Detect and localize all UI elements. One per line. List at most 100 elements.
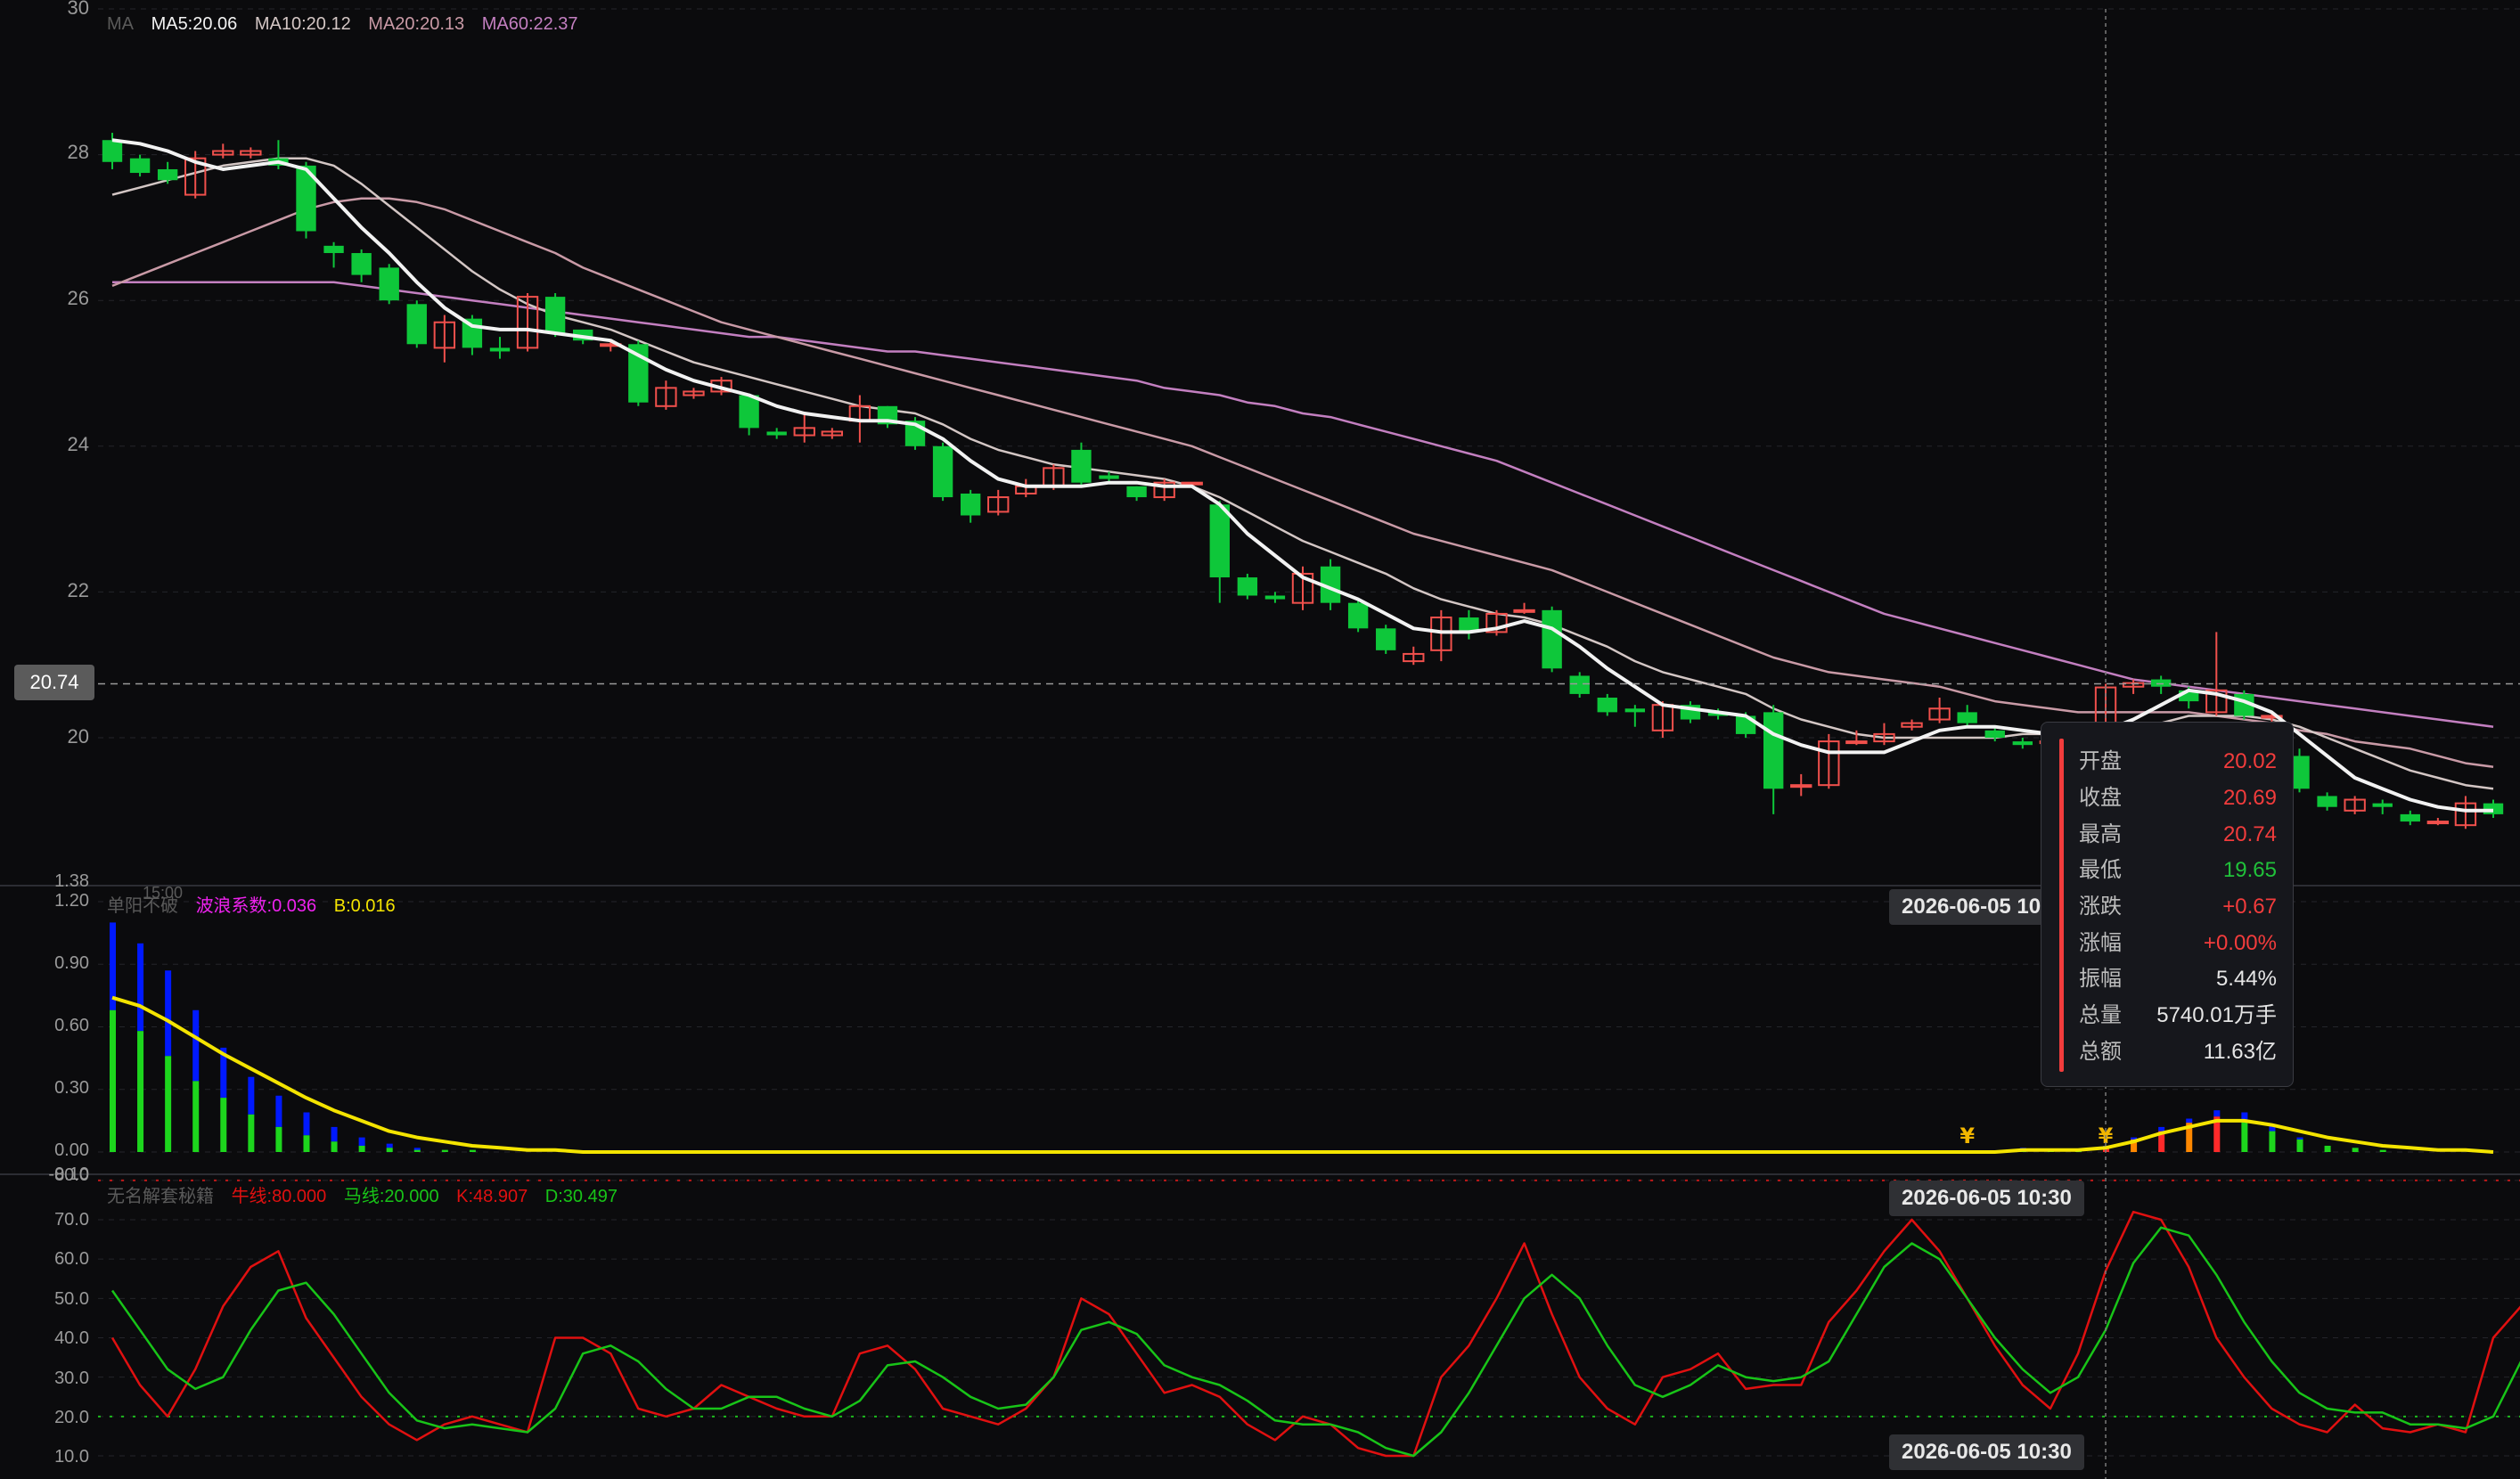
candle-body <box>102 140 123 162</box>
indicator-bar <box>275 1126 282 1152</box>
ma10-path <box>111 157 2494 790</box>
candle-body <box>1209 504 1230 578</box>
candle-body <box>2372 803 2393 807</box>
indicator-bar <box>358 1145 365 1152</box>
d-legend: D:30.497 <box>544 1187 618 1206</box>
wave-bar <box>2186 1118 2193 1124</box>
ma20-path <box>111 197 2494 768</box>
ma5-line <box>111 138 2493 813</box>
price-axis-label: 20 <box>67 725 89 748</box>
k-line-path <box>110 1210 2520 1458</box>
ma60-line <box>112 281 2494 728</box>
indicator-time-text: 15:00 <box>143 884 184 902</box>
niu-legend: 牛线:80.000 <box>231 1187 327 1206</box>
price-axis-label: 22 <box>67 579 89 601</box>
indicator-bar <box>2352 1148 2359 1152</box>
ma5-path <box>111 138 2493 813</box>
kdj-axis-label: 70.0 <box>54 1210 89 1230</box>
candle-body <box>766 431 787 436</box>
candle-body <box>1513 609 1535 613</box>
indicator-bar <box>386 1148 393 1152</box>
kdj-series <box>98 1179 2520 1458</box>
indicator-axis-label: 0.30 <box>54 1078 89 1098</box>
indicator-bar <box>331 1141 338 1152</box>
candle-body <box>1845 740 1868 745</box>
wave-bar <box>165 970 172 1057</box>
d-line-path <box>110 1226 2520 1458</box>
wave-bar <box>248 1076 255 1115</box>
candle-body <box>1790 784 1812 789</box>
tooltip-label: 总量 <box>2079 1003 2122 1027</box>
wave-bar <box>386 1143 393 1148</box>
kdj-axis-label: 40.0 <box>54 1328 89 1348</box>
price-axis-label: 30 <box>67 0 89 19</box>
tooltip-label: 收盘 <box>2079 786 2122 810</box>
tooltip-row-open: 开盘 20.02 <box>2079 744 2277 780</box>
tooltip-value: +0.00% <box>2203 931 2277 955</box>
kdj-axis-label: 50.0 <box>54 1289 89 1309</box>
tooltip-row-low: 最低 19.65 <box>2079 853 2277 888</box>
candle-body <box>1347 602 1369 629</box>
tooltip-value: 20.74 <box>2222 822 2277 846</box>
kdj-axis-label: 10.0 <box>54 1447 89 1467</box>
indicator-bar <box>248 1114 255 1152</box>
kdj-axis-label: 20.0 <box>54 1408 89 1427</box>
candle-body <box>1624 708 1646 713</box>
indicator-bar <box>2324 1145 2331 1152</box>
ma60-legend: MA60:22.37 <box>481 14 578 34</box>
k-legend: K:48.907 <box>456 1187 528 1206</box>
wave-bar <box>303 1112 310 1136</box>
tooltip-value: +0.67 <box>2222 895 2277 919</box>
kdj-legend: 无名解套秘籍 牛线:80.000 马线:20.000 K:48.907 D:30… <box>107 1181 630 1207</box>
candle-body <box>1984 730 2005 738</box>
wave-bar <box>137 943 144 1032</box>
ma60-path <box>112 281 2494 728</box>
tooltip-label: 振幅 <box>2079 967 2122 991</box>
indicator-axis-label: 1.38 <box>54 871 89 891</box>
tooltip-value: 20.69 <box>2222 786 2277 810</box>
candle-body <box>2012 741 2033 746</box>
candle-body <box>960 493 981 516</box>
candle-body <box>544 297 566 334</box>
indicator-bar <box>165 1056 172 1152</box>
crosshair-time-flag-indicator: 2026-06-05 10:30 <box>1889 1181 2084 1216</box>
candle-body <box>129 158 151 174</box>
tooltip-label: 开盘 <box>2079 749 2122 773</box>
indicator-bar <box>2379 1149 2386 1152</box>
price-axis-label: 24 <box>67 433 89 455</box>
tooltip-label: 涨幅 <box>2079 931 2122 955</box>
candle-body <box>323 245 344 254</box>
wave-bar <box>358 1137 365 1146</box>
tooltip-row-high: 最高 20.74 <box>2079 817 2277 853</box>
crosshair-time-flag-kdj: 2026-06-05 10:30 <box>1889 1434 2084 1470</box>
indicator-axis-label: 0.90 <box>54 953 89 973</box>
candle-body <box>1763 712 1784 789</box>
candle-body <box>1099 475 1119 479</box>
tooltip-row-change: 涨跌 +0.67 <box>2079 889 2277 925</box>
tooltip-label: 总额 <box>2079 1040 2122 1064</box>
indicator-bar <box>220 1098 227 1152</box>
kdj-axis-label: 60.0 <box>54 1249 89 1269</box>
kdj-legend-name: 无名解套秘籍 <box>107 1187 214 1206</box>
wave-bar <box>275 1095 282 1127</box>
candle-body <box>489 347 511 352</box>
tooltip-value: 19.65 <box>2222 858 2277 882</box>
candle-body <box>1597 698 1617 713</box>
b-legend: B:0.016 <box>333 896 396 916</box>
candle-body <box>406 304 427 345</box>
tooltip-accent-bar <box>2059 739 2064 1072</box>
tooltip-value: 20.02 <box>2222 749 2277 773</box>
ohlc-tooltip: 开盘 20.02 收盘 20.69 最高 20.74 最低 19.65 涨跌 +… <box>2041 722 2294 1087</box>
tooltip-row-change-pct: 涨幅 +0.00% <box>2079 926 2277 961</box>
indicator-bar <box>441 1149 448 1152</box>
indicator-axis-label: 0.60 <box>54 1016 89 1035</box>
yen-sign-icon: ¥ <box>1960 1124 1975 1148</box>
tooltip-label: 涨跌 <box>2079 895 2122 919</box>
indicator-bar <box>192 1081 200 1152</box>
candle-body <box>1264 595 1286 600</box>
candle-body <box>932 445 953 498</box>
tooltip-value: 5.44% <box>2215 967 2277 991</box>
indicator-axis-label: 0.00 <box>54 1140 89 1160</box>
ma-legend: MA MA5:20.06 MA10:20.12 MA20:20.13 MA60:… <box>107 14 591 35</box>
ma10-legend: MA10:20.12 <box>254 14 351 34</box>
